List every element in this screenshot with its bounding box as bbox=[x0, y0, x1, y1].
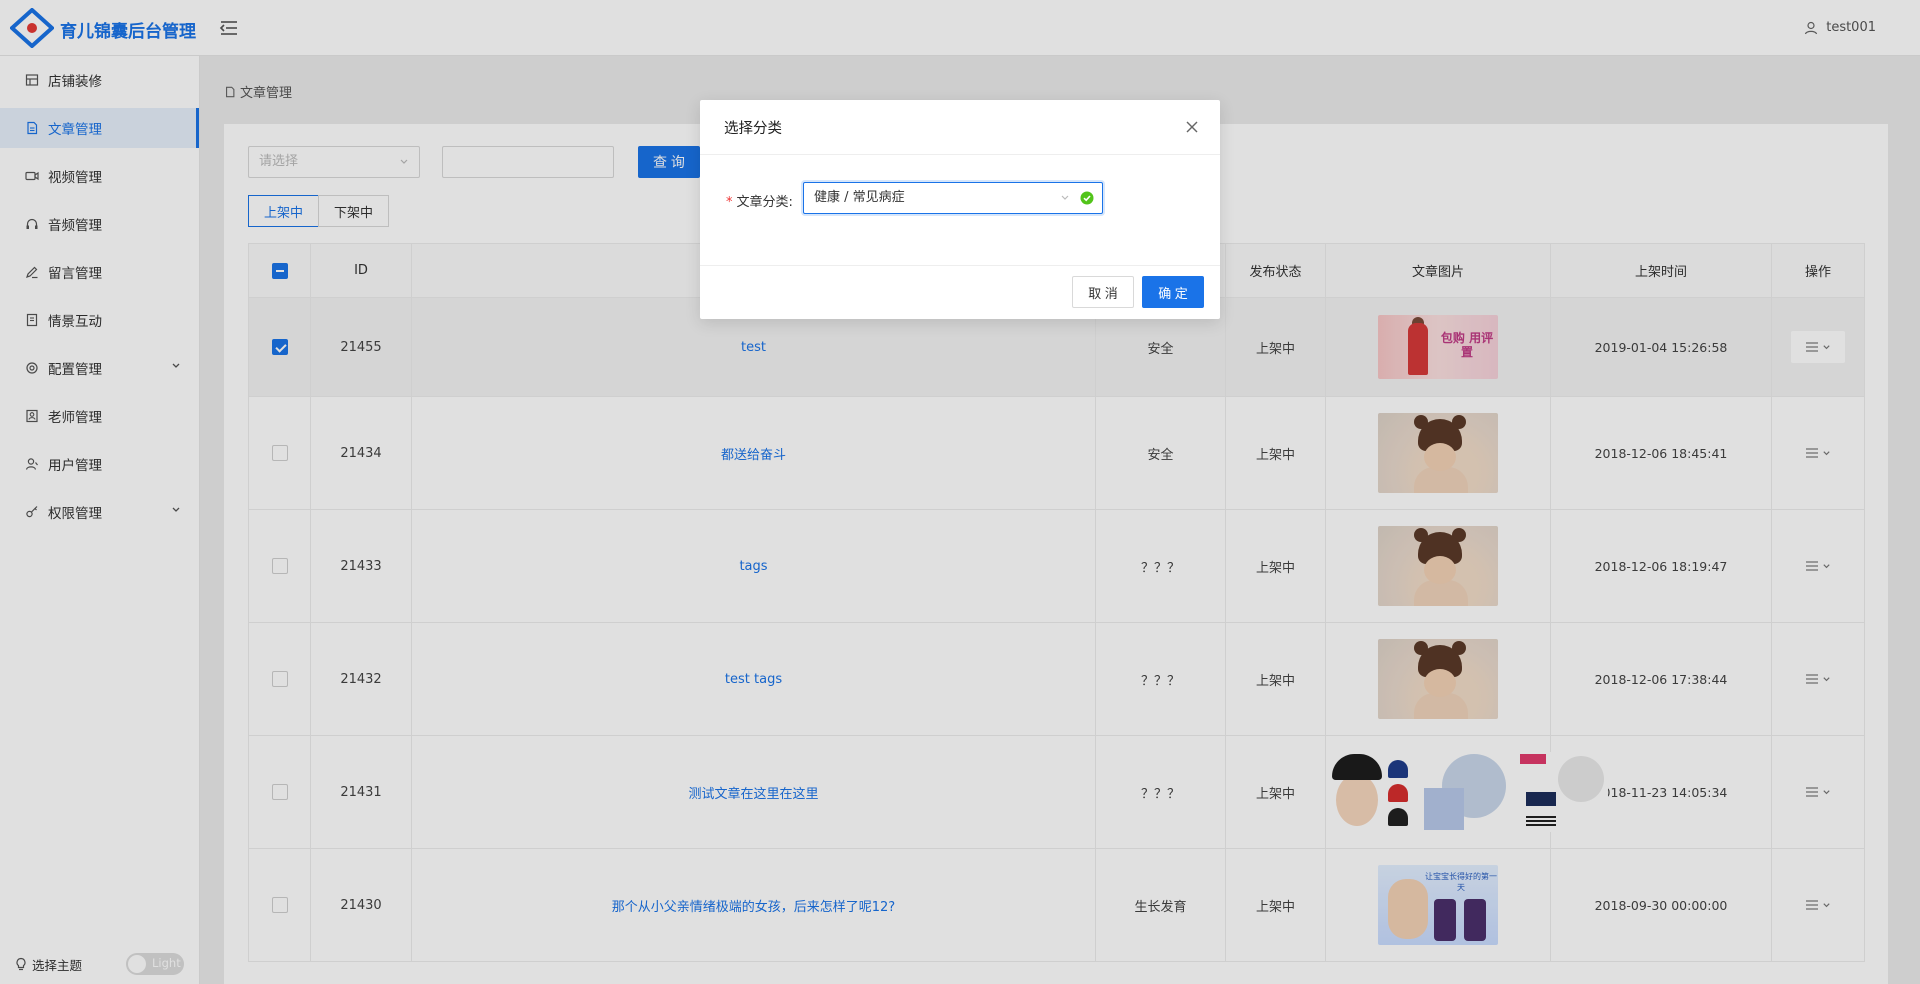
confirm-button[interactable]: 确 定 bbox=[1142, 276, 1204, 308]
category-field-label: * 文章分类: bbox=[726, 191, 793, 210]
category-dialog: 选择分类 * 文章分类: 健康 / 常见病症 取 消 确 定 bbox=[700, 100, 1220, 319]
close-icon[interactable] bbox=[1184, 119, 1200, 135]
category-label-text: 文章分类: bbox=[736, 195, 793, 210]
cascader-value: 健康 / 常见病症 bbox=[814, 190, 905, 205]
dialog-title: 选择分类 bbox=[724, 121, 782, 137]
dialog-footer: 取 消 确 定 bbox=[700, 266, 1220, 318]
dialog-header: 选择分类 bbox=[700, 100, 1220, 155]
category-cascader[interactable]: 健康 / 常见病症 bbox=[803, 182, 1103, 214]
cancel-button[interactable]: 取 消 bbox=[1072, 276, 1134, 308]
check-circle-icon bbox=[1080, 191, 1094, 205]
required-mark: * bbox=[726, 195, 733, 210]
dialog-body: * 文章分类: 健康 / 常见病症 bbox=[700, 155, 1220, 266]
chevron-down-icon bbox=[1061, 195, 1069, 200]
